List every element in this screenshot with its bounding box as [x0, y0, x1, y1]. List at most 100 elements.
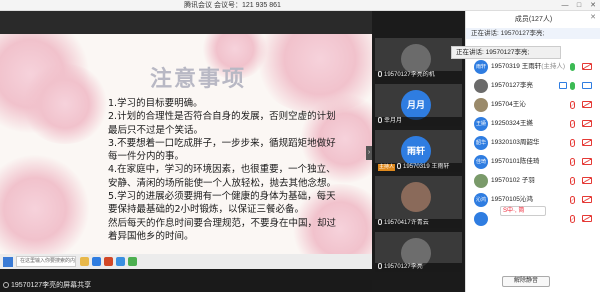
share-screen-icon	[3, 282, 9, 288]
avatar: 佳琦	[474, 155, 488, 169]
taskbar-search: 在这里输入你要搜索的内容	[16, 256, 76, 267]
slide-line: 2.计划的合理性是否符合自身的发展，否则空虚的计划最后只不过是个笑话。	[108, 111, 336, 136]
minimize-icon[interactable]: —	[558, 0, 572, 11]
avatar	[401, 44, 431, 74]
collapse-arrow-icon[interactable]: ›	[366, 146, 372, 160]
mic-icon	[378, 219, 382, 225]
mic-muted-icon[interactable]	[570, 158, 575, 166]
avatar: 雨轩	[474, 60, 488, 74]
camera-icon[interactable]	[582, 82, 592, 89]
camera-off-icon[interactable]	[582, 101, 592, 108]
meeting-window: 腾讯会议 会议号：121 935 861 — □ ✕ 注意事项 1.学习的目标要…	[0, 0, 600, 292]
member-name: 19570319 王雨轩(主持人)	[491, 63, 566, 70]
folder-icon	[80, 257, 89, 266]
avatar: 沁鸿	[474, 193, 488, 207]
share-header	[0, 11, 372, 34]
mic-icon	[397, 163, 402, 169]
app-icon	[128, 257, 137, 266]
avatar: 雨轩	[401, 136, 431, 166]
video-tile[interactable]: 月月 幸月月	[375, 84, 462, 126]
mic-icon	[378, 71, 382, 77]
mic-muted-icon[interactable]	[570, 196, 575, 204]
camera-off-icon[interactable]	[582, 215, 592, 222]
video-tile[interactable]: 19570417许青云	[375, 176, 462, 228]
member-name: 19320103周韶华	[491, 139, 540, 146]
share-status-label: 19570127李亮的屏幕共享	[11, 282, 92, 289]
share-status-bar: 19570127李亮的屏幕共享	[0, 280, 372, 292]
camera-off-icon[interactable]	[582, 196, 592, 203]
video-tile-label: 19570127李亮	[375, 263, 462, 272]
camera-off-icon[interactable]	[582, 139, 592, 146]
slide-title: 注意事项	[150, 67, 247, 92]
window-controls: — □ ✕	[558, 0, 600, 11]
speaking-indicator: 正在讲话: 19570127李亮;	[466, 28, 600, 39]
mic-muted-icon[interactable]	[570, 101, 575, 109]
list-item[interactable]: 雨轩 19570319 王雨轩(主持人)	[466, 57, 600, 76]
slide-line: 5.学习的进展必须要拥有一个健康的身体为基础，每天要保持最基础的2小时锻炼，以保…	[108, 191, 336, 216]
slide-line: 1.学习的目标要明确。	[108, 98, 203, 109]
video-tile-label: 19570417许青云	[375, 219, 462, 228]
slide-line: 3.不要想着一口吃成胖子，一步步来，循规蹈矩地做好每一件分内的事。	[108, 137, 336, 163]
screen-share-icon	[559, 82, 567, 89]
avatar: 韶华	[474, 136, 488, 150]
list-item[interactable]: 19570127李亮	[466, 76, 600, 95]
avatar: 王嬿	[474, 117, 488, 131]
mic-muted-icon[interactable]	[570, 215, 575, 223]
avatar: 月月	[401, 90, 431, 120]
member-list: 雨轩 19570319 王雨轩(主持人) 19570127李亮 195704王沁…	[466, 57, 600, 228]
list-item[interactable]: 王嬿 19250324王嬿	[466, 114, 600, 133]
camera-off-icon[interactable]	[582, 120, 592, 127]
list-item[interactable]: 韶华 19320103周韶华	[466, 133, 600, 152]
list-item[interactable]: 19570102 子羽	[466, 171, 600, 190]
camera-off-icon[interactable]	[582, 177, 592, 184]
title-bar: 腾讯会议 会议号：121 935 861 — □ ✕	[0, 0, 600, 11]
camera-off-icon[interactable]	[582, 63, 592, 70]
ime-toolbar[interactable]: S中·, 简	[500, 206, 546, 216]
video-tile[interactable]: 19570127李亮	[375, 232, 462, 272]
avatar	[401, 182, 431, 212]
avatar	[474, 174, 488, 188]
video-column: 19570127李亮的机 月月 幸月月 雨轩 主持人 19570319 王雨轩 1…	[375, 34, 465, 292]
mic-icon[interactable]	[570, 82, 575, 90]
mic-icon	[378, 117, 382, 123]
video-tile[interactable]: 雨轩 主持人 19570319 王雨轩	[375, 130, 462, 172]
speaker-tooltip: 正在讲话: 19570127李亮;	[451, 46, 561, 59]
camera-off-icon[interactable]	[582, 158, 592, 165]
mic-muted-icon[interactable]	[570, 120, 575, 128]
member-name: 19250324王嬿	[491, 120, 533, 127]
close-icon[interactable]: ✕	[586, 0, 600, 11]
video-tile-label: 幸月月	[375, 117, 462, 126]
video-tile-label: 19570127李亮的机	[375, 71, 462, 80]
list-item[interactable]: 佳琦 19570101陈佳琦	[466, 152, 600, 171]
avatar	[474, 212, 488, 226]
window-title: 腾讯会议 会议号：121 935 861	[184, 2, 281, 9]
close-icon[interactable]: ✕	[590, 13, 596, 21]
member-panel-title: 成员(127人)	[514, 16, 553, 23]
blossom-decoration	[0, 154, 90, 254]
member-name: 19570102 子羽	[491, 177, 535, 184]
mic-icon	[378, 263, 382, 269]
video-tile[interactable]: 19570127李亮的机	[375, 38, 462, 80]
host-badge: 主持人	[378, 164, 396, 171]
unmute-button[interactable]: 解除静音	[502, 276, 550, 287]
member-name: 195704王沁	[491, 101, 526, 108]
mic-muted-icon[interactable]	[570, 139, 575, 147]
taskbar-icons	[80, 257, 137, 266]
blossom-decoration	[20, 64, 110, 144]
ppt-icon	[104, 257, 113, 266]
member-name: 19570127李亮	[491, 82, 533, 89]
list-item[interactable]: 195704王沁	[466, 95, 600, 114]
maximize-icon[interactable]: □	[572, 0, 586, 11]
member-name: 19570101陈佳琦	[491, 158, 540, 165]
avatar	[474, 79, 488, 93]
mic-icon[interactable]	[570, 63, 575, 71]
slide-line: 4.在家庭中，学习的环境因素，也很重要，一个独立、安静、清闲的场所能使一个人放轻…	[108, 164, 337, 189]
shared-screen: 注意事项 1.学习的目标要明确。 2.计划的合理性是否符合自身的发展，否则空虚的…	[0, 34, 372, 254]
video-tile-label: 主持人 19570319 王雨轩	[375, 163, 462, 172]
windows-start-icon	[3, 256, 13, 267]
meeting-icon	[116, 257, 125, 266]
shared-taskbar: 在这里输入你要搜索的内容	[0, 254, 372, 269]
mic-muted-icon[interactable]	[570, 177, 575, 185]
browser-icon	[92, 257, 101, 266]
avatar	[474, 98, 488, 112]
